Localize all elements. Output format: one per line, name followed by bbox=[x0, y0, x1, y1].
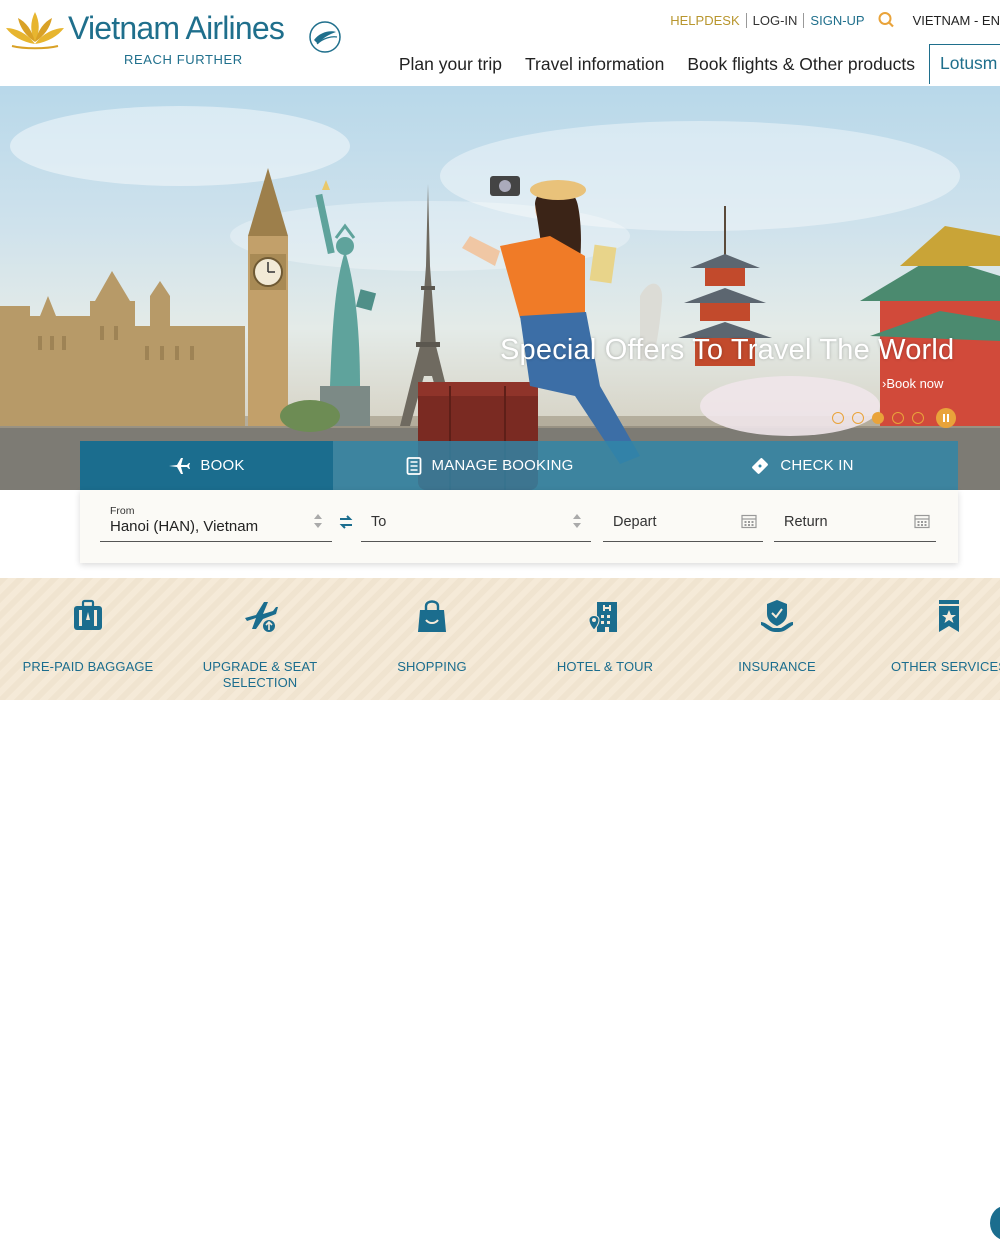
carousel-dots bbox=[832, 408, 956, 428]
service-label: SHOPPING bbox=[397, 659, 467, 674]
service-label: UPGRADE & SEAT SELECTION bbox=[202, 659, 318, 690]
booklet-icon bbox=[406, 456, 421, 475]
top-links: HELPDESK LOG-IN SIGN-UP VIETNAM - EN bbox=[664, 10, 1000, 30]
flight-search-form: From Hanoi (HAN), Vietnam To Depart Retu… bbox=[80, 490, 958, 563]
service-label: HOTEL & TOUR bbox=[556, 659, 654, 674]
service-shopping[interactable]: SHOPPING bbox=[347, 598, 517, 675]
from-label: From bbox=[110, 505, 135, 517]
hero-banner[interactable]: Special Offers To Travel The World ›Book… bbox=[0, 86, 1000, 490]
tab-manage-booking-label: MANAGE BOOKING bbox=[431, 457, 574, 474]
other-services-icon bbox=[939, 600, 959, 632]
swap-icon[interactable] bbox=[338, 514, 354, 530]
tab-check-in-label: CHECK IN bbox=[780, 457, 854, 474]
insurance-shield-icon bbox=[761, 600, 793, 632]
main-nav: Plan your trip Travel information Book f… bbox=[376, 44, 1000, 84]
carousel-dot-5[interactable] bbox=[912, 412, 924, 424]
nav-book-flights[interactable]: Book flights & Other products bbox=[687, 54, 915, 75]
hero-illustration bbox=[0, 106, 1000, 490]
skyteam-logo-icon bbox=[309, 21, 341, 53]
service-label: PRE-PAID BAGGAGE bbox=[22, 659, 154, 674]
carousel-dot-3[interactable] bbox=[872, 412, 884, 424]
shopping-bag-icon bbox=[418, 600, 446, 632]
carousel-dot-1[interactable] bbox=[832, 412, 844, 424]
sort-updown-icon bbox=[573, 514, 581, 528]
from-field[interactable]: From Hanoi (HAN), Vietnam bbox=[100, 504, 332, 542]
service-hotel-tour[interactable]: HOTEL & TOUR bbox=[520, 598, 690, 675]
ticket-icon bbox=[752, 457, 769, 474]
chat-bubble-icon[interactable] bbox=[990, 1206, 1000, 1240]
upgrade-seat-icon bbox=[245, 602, 278, 632]
to-placeholder: To bbox=[371, 514, 387, 530]
search-icon[interactable] bbox=[875, 11, 897, 29]
return-placeholder: Return bbox=[784, 514, 828, 530]
plane-icon bbox=[169, 457, 191, 474]
login-link[interactable]: LOG-IN bbox=[745, 12, 804, 28]
service-label: OTHER SERVICES bbox=[890, 659, 1000, 674]
tab-book[interactable]: BOOK bbox=[80, 441, 333, 490]
carousel-dot-2[interactable] bbox=[852, 412, 864, 424]
site-header: Vietnam Airlines REACH FURTHER HELPDESK … bbox=[0, 0, 1000, 86]
service-prepaid-baggage[interactable]: PRE-PAID BAGGAGE bbox=[3, 598, 173, 675]
tab-manage-booking[interactable]: MANAGE BOOKING bbox=[333, 441, 646, 490]
brand-name: Vietnam Airlines bbox=[68, 10, 285, 46]
baggage-icon bbox=[74, 599, 102, 630]
hotel-icon bbox=[588, 602, 617, 632]
carousel-pause-icon[interactable] bbox=[936, 408, 956, 428]
hero-headline: Special Offers To Travel The World bbox=[500, 334, 955, 366]
carousel-dot-4[interactable] bbox=[892, 412, 904, 424]
service-insurance[interactable]: INSURANCE bbox=[692, 598, 862, 675]
service-label: INSURANCE bbox=[738, 659, 816, 674]
hero-book-now-link[interactable]: ›Book now bbox=[882, 376, 943, 391]
tab-book-label: BOOK bbox=[200, 457, 245, 474]
depart-placeholder: Depart bbox=[613, 514, 657, 530]
brand-logo[interactable]: Vietnam Airlines REACH FURTHER bbox=[4, 6, 344, 67]
services-bar: PRE-PAID BAGGAGE UPGRADE & SEAT SELECTIO… bbox=[0, 578, 1000, 1240]
tab-check-in[interactable]: CHECK IN bbox=[646, 441, 958, 490]
to-field[interactable]: To bbox=[361, 504, 591, 542]
from-value: Hanoi (HAN), Vietnam bbox=[110, 518, 259, 535]
sort-updown-icon bbox=[314, 514, 322, 528]
brand-tagline: REACH FURTHER bbox=[124, 52, 243, 67]
calendar-icon[interactable] bbox=[741, 513, 757, 529]
nav-travel-information[interactable]: Travel information bbox=[525, 54, 664, 75]
calendar-icon[interactable] bbox=[914, 513, 930, 529]
language-selector[interactable]: VIETNAM - EN bbox=[907, 13, 1000, 28]
return-date-field[interactable]: Return bbox=[774, 504, 936, 542]
signup-link[interactable]: SIGN-UP bbox=[803, 12, 870, 28]
nav-plan-your-trip[interactable]: Plan your trip bbox=[399, 54, 502, 75]
lotus-logo-icon bbox=[6, 12, 64, 50]
helpdesk-link[interactable]: HELPDESK bbox=[664, 13, 745, 28]
service-upgrade-seat[interactable]: UPGRADE & SEAT SELECTION bbox=[175, 598, 345, 691]
service-other[interactable]: OTHER SERVICES bbox=[864, 598, 1000, 675]
depart-date-field[interactable]: Depart bbox=[603, 504, 763, 542]
booking-tabs: BOOK MANAGE BOOKING CHECK IN bbox=[80, 441, 958, 490]
nav-lotusmiles[interactable]: Lotusm bbox=[929, 44, 1000, 84]
